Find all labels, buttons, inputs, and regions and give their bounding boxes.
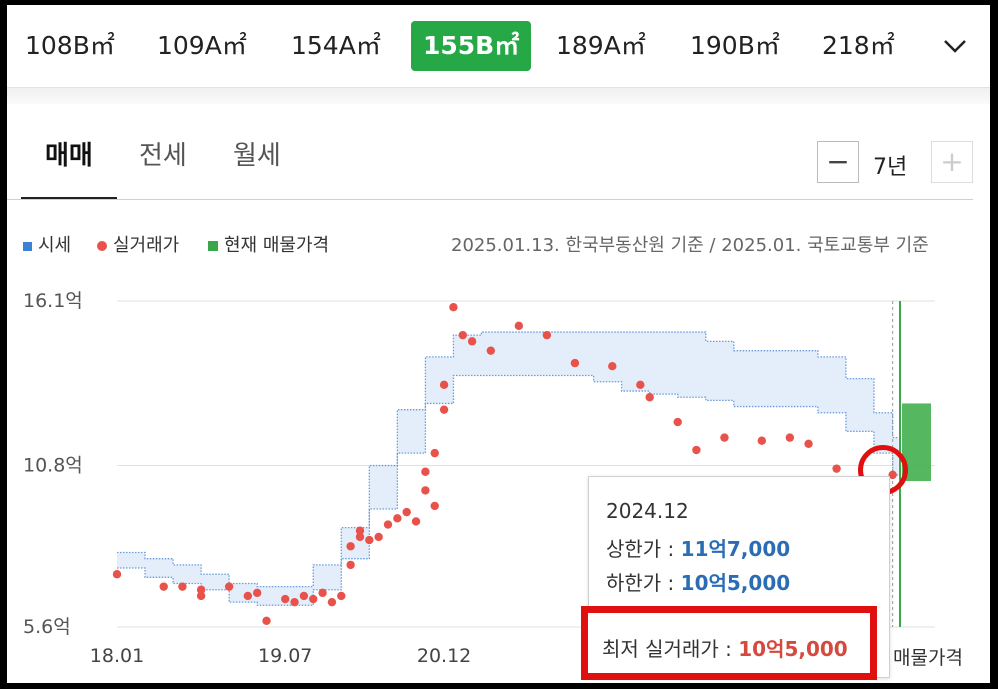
tooltip-upper-value: 11억7,000: [680, 537, 791, 561]
current-listing-axis-label: 매물가격: [893, 647, 963, 669]
deal-point: [449, 303, 458, 312]
app-frame: 108B㎡ 109A㎡ 154A㎡ 155B㎡ 189A㎡ 190B㎡ 218㎡…: [7, 5, 990, 683]
deal-point: [692, 445, 701, 455]
y-tick-label: 5.6억: [23, 616, 71, 638]
tooltip-lower-value: 10억5,000: [680, 571, 791, 595]
x-tick-label: 18.01: [90, 645, 144, 667]
deal-point: [112, 570, 122, 579]
deal-point: [346, 560, 355, 570]
deal-point: [832, 464, 841, 473]
deal-point: [636, 380, 645, 390]
deal-point: [393, 514, 402, 523]
deal-point: [673, 417, 682, 427]
deal-point: [337, 591, 346, 601]
tooltip-upper-label: 상한가 :: [606, 537, 681, 561]
deal-point: [299, 591, 309, 601]
x-tick-label: 20.12: [417, 645, 471, 667]
tooltip-min-label: 최저 실거래가 :: [602, 637, 739, 661]
deal-point: [374, 532, 383, 542]
deal-point: [421, 467, 430, 476]
x-tick-label: 19.07: [258, 645, 312, 667]
deal-point: [318, 588, 327, 598]
deal-point: [757, 436, 767, 445]
deal-point: [159, 582, 168, 591]
deal-point: [514, 321, 524, 331]
tooltip-min-value: 10억5,000: [738, 637, 848, 661]
deal-point: [570, 358, 580, 368]
deal-point: [458, 330, 467, 340]
lowest-deal-highlight: 최저 실거래가 : 10억5,000: [581, 606, 877, 680]
deal-point: [720, 433, 729, 442]
tooltip-date: 2024.12: [606, 499, 689, 523]
deal-point: [421, 486, 430, 495]
deal-point: [439, 380, 449, 390]
deal-point: [252, 588, 262, 598]
deal-point: [467, 337, 477, 346]
deal-point: [804, 439, 813, 449]
tooltip-upper: 상한가 : 11억7,000: [606, 533, 790, 562]
deal-point: [411, 517, 421, 526]
deal-point: [608, 362, 617, 371]
deal-point: [402, 507, 411, 517]
deal-point: [196, 591, 206, 601]
deal-point: [439, 405, 449, 414]
tooltip-min-deal: 최저 실거래가 : 10억5,000: [602, 633, 848, 662]
deal-point: [430, 501, 439, 511]
tooltip-lower: 하한가 : 10억5,000: [606, 567, 790, 596]
deal-point: [486, 346, 496, 355]
deal-point: [355, 526, 365, 535]
y-tick-label: 16.1억: [23, 290, 83, 312]
tooltip-lower-label: 하한가 :: [606, 571, 681, 595]
deal-point: [290, 597, 299, 607]
deal-point: [645, 393, 654, 402]
y-tick-label: 10.8억: [23, 455, 83, 477]
deal-point: [785, 433, 795, 442]
deal-point: [542, 330, 552, 340]
deal-point: [327, 597, 337, 607]
deal-point: [383, 520, 393, 529]
deal-point: [224, 582, 234, 591]
deal-point: [430, 448, 439, 458]
deal-point: [346, 542, 355, 551]
deal-point: [281, 594, 290, 604]
deal-point: [365, 535, 374, 545]
deal-point: [243, 591, 253, 601]
deal-point: [178, 582, 187, 591]
deal-point: [309, 594, 318, 604]
deal-point: [262, 616, 271, 625]
